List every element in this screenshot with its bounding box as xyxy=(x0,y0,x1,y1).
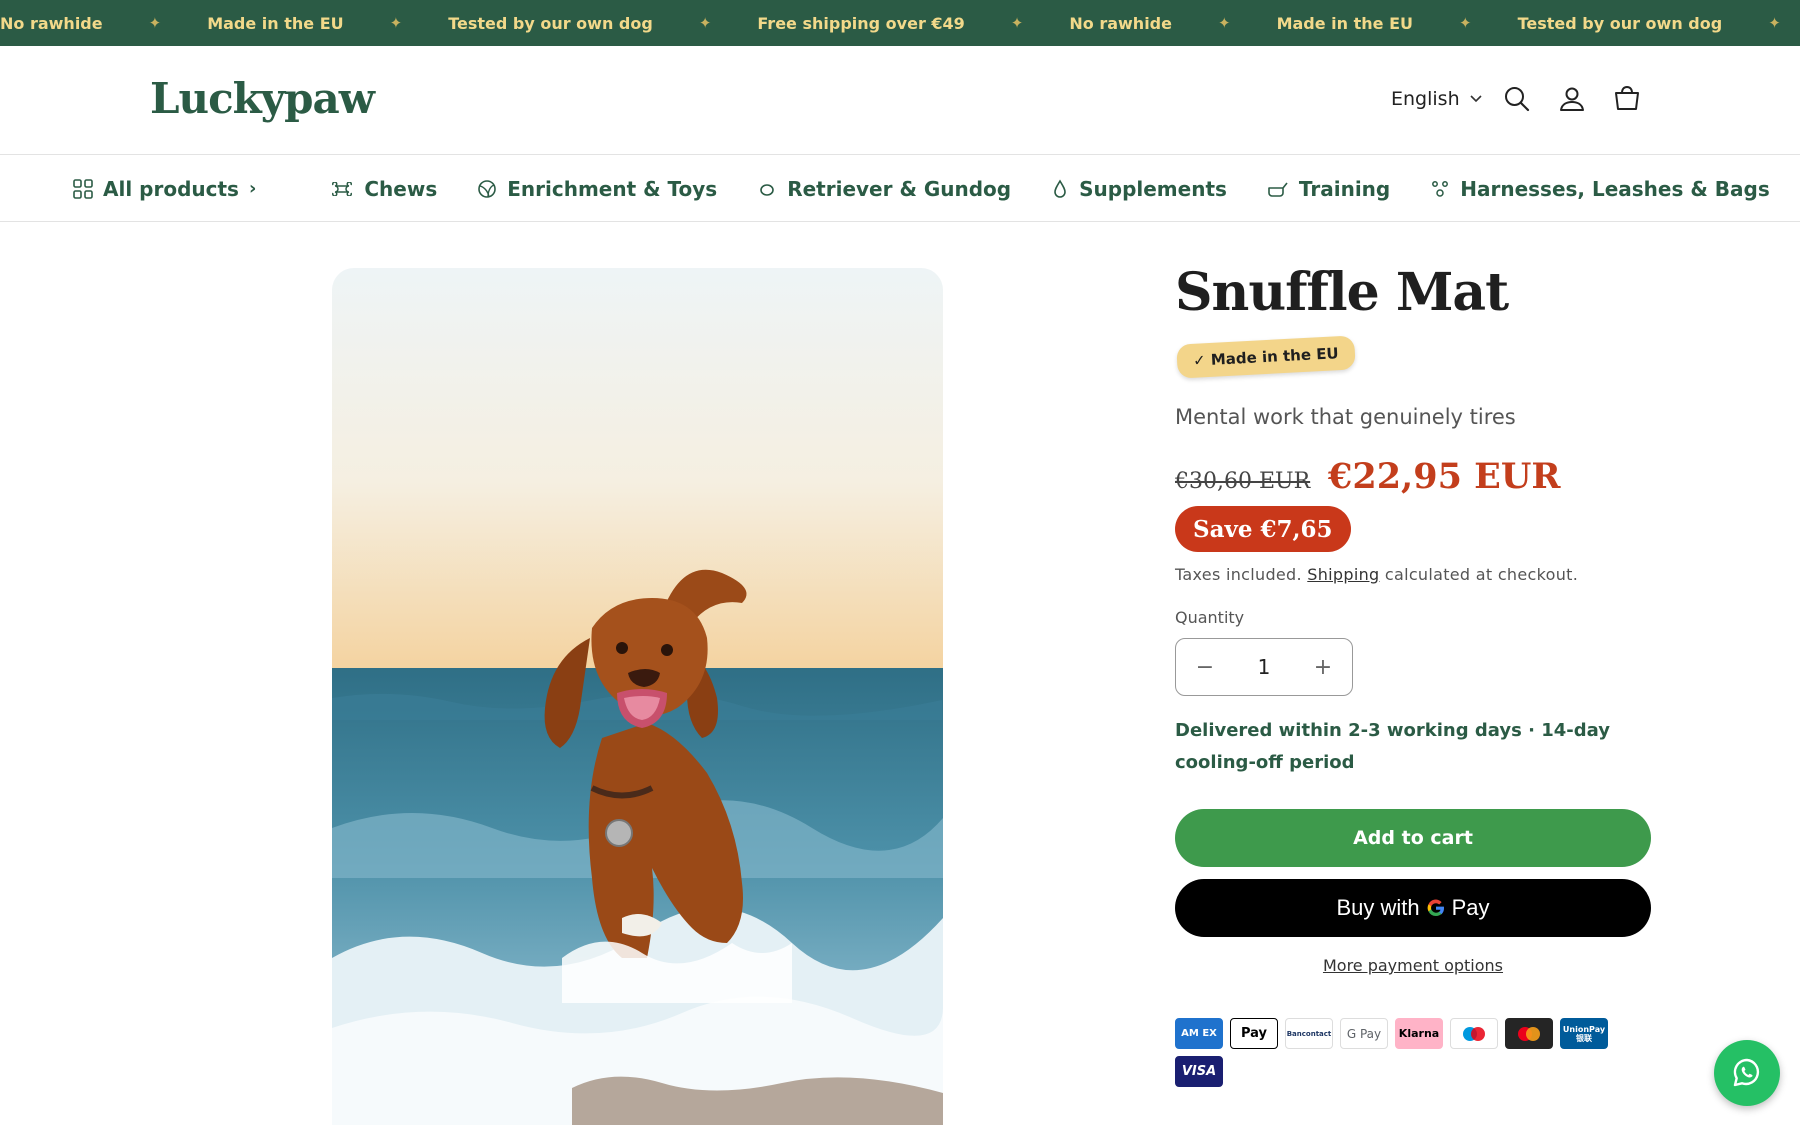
product-subtitle: Mental work that genuinely tires xyxy=(1175,405,1516,429)
announcement-message: Made in the EU xyxy=(207,13,344,33)
drop-icon xyxy=(1054,178,1066,198)
bancontact-icon: Bancontact xyxy=(1285,1018,1333,1049)
tax-note-suffix: calculated at checkout. xyxy=(1384,565,1579,584)
search-icon[interactable] xyxy=(1502,84,1532,114)
star-separator-icon: ✦ xyxy=(1768,15,1781,32)
mastercard-circles-icon xyxy=(1518,1026,1540,1041)
visa-icon: VISA xyxy=(1175,1056,1223,1087)
bowl-icon xyxy=(1268,182,1288,197)
amex-icon: AM EX xyxy=(1175,1018,1223,1049)
quantity-label: Quantity xyxy=(1175,608,1245,627)
quantity-input[interactable] xyxy=(1239,655,1289,679)
language-selector[interactable]: English xyxy=(1391,88,1482,110)
category-nav: All products › Chews Enrichment & Toys R… xyxy=(0,156,1800,222)
account-icon[interactable] xyxy=(1557,84,1587,114)
nav-item-retriever-gundog[interactable]: Retriever & Gundog xyxy=(757,177,1011,201)
chevron-down-icon xyxy=(1470,95,1482,103)
nav-item-label: Retriever & Gundog xyxy=(787,176,1012,201)
star-separator-icon: ✦ xyxy=(1010,15,1024,32)
tax-note: Taxes included. Shipping calculated at c… xyxy=(1175,565,1578,584)
paw-icon xyxy=(1432,180,1449,197)
whatsapp-icon xyxy=(1733,1058,1760,1087)
nav-item-label: Training xyxy=(1298,176,1391,201)
nav-all-products[interactable]: All products › xyxy=(73,177,256,201)
star-separator-icon: ✦ xyxy=(148,15,162,32)
announcement-message: Tested by our own dog xyxy=(1517,13,1723,33)
nav-item-supplements[interactable]: Supplements xyxy=(1051,177,1227,201)
nav-item-harnesses-leashes-bags[interactable]: Harnesses, Leashes & Bags xyxy=(1430,176,1770,201)
nav-item-label: Chews xyxy=(364,176,438,201)
save-badge: Save €7,65 xyxy=(1175,506,1351,552)
nav-item-label: All products xyxy=(103,176,239,201)
site-logo[interactable]: Luckypaw xyxy=(150,74,375,123)
star-separator-icon: ✦ xyxy=(698,15,712,32)
announcement-message: Free shipping over €49 xyxy=(757,13,965,33)
bone-icon xyxy=(332,181,353,196)
nav-item-label: Supplements xyxy=(1079,176,1227,201)
quantity-stepper: − + xyxy=(1175,638,1353,696)
made-in-eu-badge: ✓ Made in the EU xyxy=(1176,335,1356,379)
nav-item-training[interactable]: Training xyxy=(1267,177,1390,201)
quantity-increase-button[interactable]: + xyxy=(1294,639,1352,695)
buy-with-google-pay-button[interactable]: Buy with Pay xyxy=(1175,879,1651,937)
gpay-label: Pay xyxy=(1451,895,1490,920)
add-to-cart-button[interactable]: Add to cart xyxy=(1175,809,1651,867)
nav-item-enrichment-toys[interactable]: Enrichment & Toys xyxy=(477,177,717,201)
cart-icon[interactable] xyxy=(1612,84,1642,114)
announcement-message: No rawhide xyxy=(1069,13,1172,33)
sale-price: €22,95 EUR xyxy=(1328,456,1561,497)
announcement-message: Tested by our own dog xyxy=(448,13,653,33)
announcement-message: No rawhide xyxy=(0,13,103,33)
buy-with-label: Buy with xyxy=(1336,895,1420,920)
google-g-icon xyxy=(1427,899,1444,917)
delivery-info: Delivered within 2-3 working days · 14-d… xyxy=(1175,720,1610,773)
shipping-link[interactable]: Shipping xyxy=(1307,565,1379,584)
announcement-bar: No rawhide ✦ Made in the EU ✦ Tested by … xyxy=(0,0,1800,46)
nav-item-chews[interactable]: Chews xyxy=(330,177,437,201)
announcement-message: Made in the EU xyxy=(1276,13,1413,33)
tax-note-prefix: Taxes included. xyxy=(1175,565,1302,584)
nav-item-label: Harnesses, Leashes & Bags xyxy=(1460,176,1770,201)
star-separator-icon: ✦ xyxy=(389,15,403,32)
unionpay-icon: UnionPay 银联 xyxy=(1560,1018,1608,1049)
apple-pay-icon: Pay xyxy=(1230,1018,1278,1049)
ring-icon xyxy=(760,183,775,196)
maestro-circles-icon xyxy=(1463,1026,1485,1041)
nav-item-label: Enrichment & Toys xyxy=(507,176,718,201)
google-pay-icon: G Pay xyxy=(1340,1018,1388,1049)
dog-beach-photo xyxy=(332,268,943,1125)
star-separator-icon: ✦ xyxy=(1217,15,1231,32)
ball-icon xyxy=(478,179,497,198)
product-title: Snuffle Mat xyxy=(1175,262,1509,323)
grid-icon xyxy=(73,178,93,199)
quantity-decrease-button[interactable]: − xyxy=(1176,639,1234,695)
site-header: Luckypaw English xyxy=(0,46,1800,155)
payment-icons: AM EX Pay Bancontact G Pay Klarna UnionP… xyxy=(1175,1018,1635,1087)
whatsapp-chat-button[interactable] xyxy=(1714,1040,1780,1106)
star-separator-icon: ✦ xyxy=(1458,15,1472,32)
maestro-icon xyxy=(1450,1018,1498,1049)
language-label: English xyxy=(1391,88,1460,110)
mastercard-icon xyxy=(1505,1018,1553,1049)
compare-at-price: €30,60 EUR xyxy=(1175,469,1311,494)
more-payment-options-link[interactable]: More payment options xyxy=(1175,956,1651,975)
chevron-right-icon: › xyxy=(248,178,257,199)
klarna-icon: Klarna xyxy=(1395,1018,1443,1049)
product-image[interactable] xyxy=(332,268,943,1125)
